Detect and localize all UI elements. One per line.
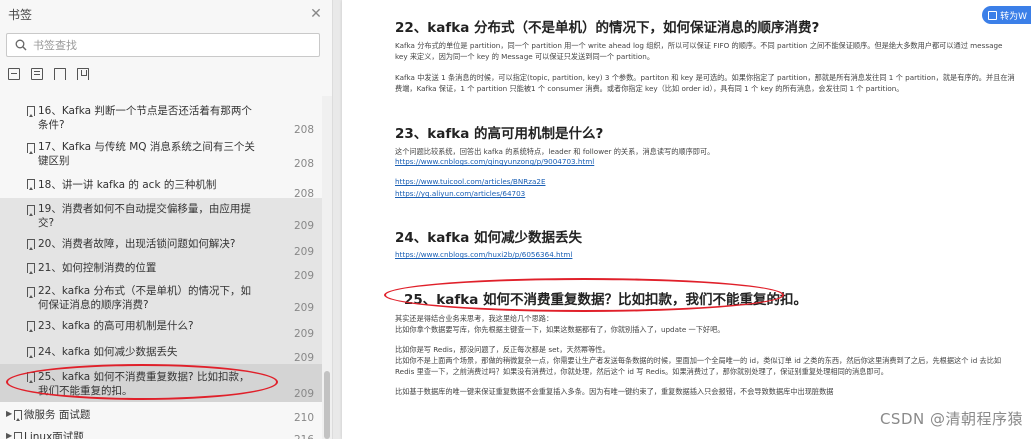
convert-to-word-button[interactable]: 转为W	[982, 6, 1031, 24]
bookmark-item[interactable]: 18、讲一讲 kafka 的 ack 的三种机制 208	[0, 174, 322, 200]
collapse-all-icon[interactable]	[31, 68, 43, 80]
paragraph: 这个问题比较系统，回答出 kafka 的系统特点，leader 和 follow…	[395, 147, 715, 156]
bookmark-item[interactable]: 17、Kafka 与传统 MQ 消息系统之间有三个关键区别 208	[0, 136, 322, 170]
bookmark-icon	[14, 432, 22, 439]
pdf-reader-window: 书签 ✕ 16、Kafka 判断一个节点是否还活着有那两个条件? 208 17、…	[0, 0, 1031, 439]
sidebar-scrollbar[interactable]	[322, 96, 332, 439]
document-view: 22、kafka 分布式（不是单机）的情况下，如何保证消息的顺序消费? Kafk…	[333, 0, 1031, 439]
scrollbar-thumb[interactable]	[324, 371, 330, 439]
bookmarks-sidebar: 书签 ✕ 16、Kafka 判断一个节点是否还活着有那两个条件? 208 17、…	[0, 0, 333, 439]
bookmark-label: 24、kafka 如何减少数据丢失	[38, 346, 178, 358]
bookmark-icon	[27, 321, 35, 332]
convert-button-label: 转为W	[1000, 11, 1027, 22]
paragraph: 比如你不是上面两个场景，那做的稍微复杂一点，你需要让生产者发送每条数据的时候，里…	[395, 356, 1002, 376]
bookmark-item[interactable]: 24、kafka 如何减少数据丢失 209	[0, 338, 322, 364]
bookmark-page: 216	[294, 434, 314, 439]
bookmark-label: 微服务 面试题	[24, 409, 91, 421]
bookmark-label: 16、Kafka 判断一个节点是否还活着有那两个条件?	[38, 105, 252, 131]
watermark: CSDN @清朝程序猿	[879, 410, 1023, 428]
bookmark-label: 21、如何控制消费的位置	[38, 262, 157, 274]
link[interactable]: https://yq.aliyun.com/articles/64703	[395, 189, 525, 198]
expand-arrow-icon[interactable]: ▶	[6, 409, 12, 418]
paragraph: Kafka 分布式的单位是 partition，同一个 partition 用一…	[395, 41, 1003, 61]
search-icon	[15, 39, 27, 51]
bookmark-page: 209	[293, 220, 314, 232]
heading-23: 23、kafka 的高可用机制是什么?	[395, 126, 604, 142]
bookmark-icon	[27, 205, 35, 216]
bookmark-page: 209	[293, 388, 314, 400]
bookmark-tree: 16、Kafka 判断一个节点是否还活着有那两个条件? 208 17、Kafka…	[0, 96, 322, 439]
heading-24: 24、kafka 如何减少数据丢失	[395, 230, 583, 246]
bookmark-page: 209	[293, 302, 314, 314]
sidebar-header: 书签 ✕	[0, 0, 332, 28]
bookmark-item[interactable]: 21、如何控制消费的位置 209	[0, 256, 322, 282]
bookmark-options-icon[interactable]	[77, 68, 89, 80]
bookmark-search-box[interactable]	[6, 33, 320, 57]
bookmark-item[interactable]: 19、消费者如何不自动提交偏移量，由应用提交? 209	[0, 198, 322, 232]
paragraph: 比如你是写 Redis，那没问题了，反正每次都是 set，天然幂等性。	[395, 345, 610, 354]
paragraph: 其实还是得结合业务来思考，我这里给几个思路：	[395, 314, 554, 323]
bookmark-icon	[27, 179, 35, 190]
bookmark-label: 25、kafka 如何不消费重复数据? 比如扣款，我们不能重复的扣。	[38, 371, 250, 397]
bookmark-icon	[27, 372, 35, 383]
bookmark-label: 18、讲一讲 kafka 的 ack 的三种机制	[38, 179, 217, 191]
bookmark-page: 209	[293, 352, 314, 364]
link[interactable]: https://www.cnblogs.com/huxi2b/p/6056364…	[395, 250, 572, 259]
close-icon[interactable]: ✕	[308, 6, 324, 22]
bookmark-label: 20、消费者故障，出现活锁问题如何解决?	[38, 238, 236, 250]
bookmark-icon	[27, 106, 35, 117]
bookmark-label: Linux面试题	[24, 431, 84, 439]
bookmark-page: 208	[293, 158, 314, 170]
document-icon	[988, 10, 998, 20]
bookmark-search-input[interactable]	[33, 38, 293, 52]
pdf-page: 22、kafka 分布式（不是单机）的情况下，如何保证消息的顺序消费? Kafk…	[342, 0, 1031, 439]
bookmark-icon	[14, 410, 22, 421]
sidebar-title: 书签	[8, 7, 33, 22]
bookmark-icon	[27, 347, 35, 358]
bookmark-item[interactable]: 22、kafka 分布式（不是单机）的情况下，如何保证消息的顺序消费? 209	[0, 280, 322, 314]
bookmark-icon	[27, 287, 35, 298]
bookmark-item[interactable]: 23、kafka 的高可用机制是什么? 209	[0, 314, 322, 340]
bookmark-label: 23、kafka 的高可用机制是什么?	[38, 320, 194, 332]
bookmark-icon	[27, 239, 35, 250]
bookmark-item[interactable]: 20、消费者故障，出现活锁问题如何解决? 209	[0, 232, 322, 258]
bookmark-label: 19、消费者如何不自动提交偏移量，由应用提交?	[38, 203, 251, 229]
add-bookmark-icon[interactable]	[54, 68, 66, 80]
paragraph: 比如你拿个数据要写库，你先根据主键查一下，如果这数据都有了，你就别插入了，upd…	[395, 325, 725, 334]
bookmark-label: 17、Kafka 与传统 MQ 消息系统之间有三个关键区别	[38, 141, 255, 167]
bookmark-page: 210	[293, 412, 314, 424]
link[interactable]: https://www.tuicool.com/articles/BNRza2E	[395, 177, 546, 186]
expand-all-icon[interactable]	[8, 68, 20, 80]
paragraph: Kafka 中发送 1 条消息的时候，可以指定(topic, partition…	[395, 73, 1015, 93]
bookmark-group[interactable]: ▶ Linux面试题 216	[0, 426, 322, 439]
bookmark-group[interactable]: ▶ 微服务 面试题 210	[0, 404, 322, 426]
heading-22: 22、kafka 分布式（不是单机）的情况下，如何保证消息的顺序消费?	[395, 20, 820, 36]
bookmark-label: 22、kafka 分布式（不是单机）的情况下，如何保证消息的顺序消费?	[38, 285, 252, 311]
paragraph: 比如基于数据库的唯一键来保证重复数据不会重复插入多条。因为有唯一键约束了，重复数…	[395, 387, 834, 396]
bookmark-page: 208	[293, 124, 314, 136]
link[interactable]: https://www.cnblogs.com/qingyunzong/p/90…	[395, 157, 594, 166]
bookmark-icon	[27, 263, 35, 274]
bookmark-toolbar	[8, 68, 89, 80]
bookmark-item[interactable]: 16、Kafka 判断一个节点是否还活着有那两个条件? 208	[0, 100, 322, 136]
bookmark-item-selected[interactable]: 25、kafka 如何不消费重复数据? 比如扣款，我们不能重复的扣。 209	[0, 364, 322, 402]
expand-arrow-icon[interactable]: ▶	[6, 431, 12, 439]
bookmark-icon	[27, 143, 35, 154]
heading-25: 25、kafka 如何不消费重复数据？比如扣款，我们不能重复的扣。	[404, 292, 808, 308]
